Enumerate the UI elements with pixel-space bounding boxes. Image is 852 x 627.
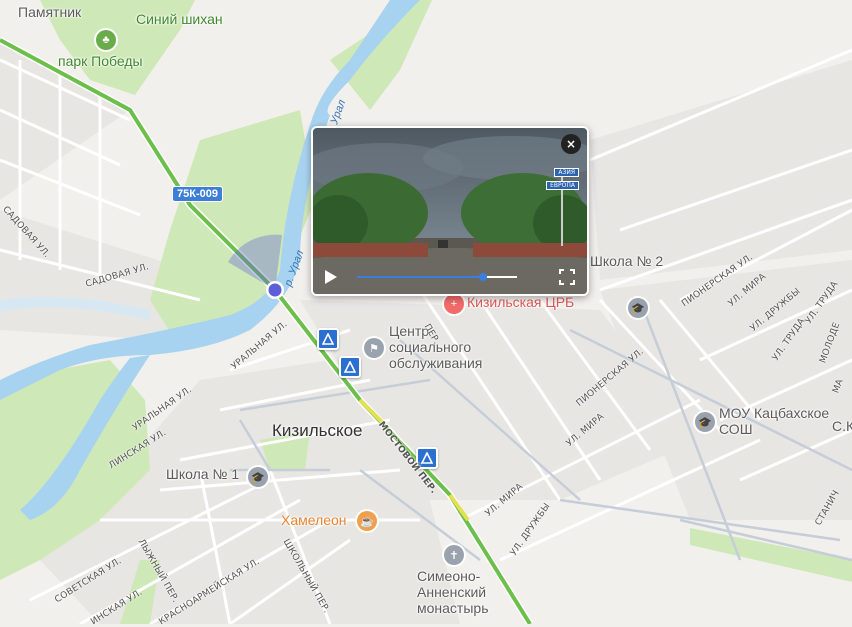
label-mou-2[interactable]: СОШ: [719, 421, 753, 438]
label-pamyatnik[interactable]: Памятник: [18, 4, 81, 21]
label-center-3[interactable]: обслуживания: [389, 355, 482, 372]
label-mou-1[interactable]: МОУ Кацбахское: [719, 405, 829, 422]
close-button[interactable]: ×: [561, 134, 581, 154]
church-icon[interactable]: ✝: [444, 545, 464, 565]
label-ck[interactable]: С.К: [832, 418, 852, 435]
panorama-preview[interactable]: АЗИЯ ЕВРОПА ×: [311, 126, 589, 296]
speed-camera-icon[interactable]: [317, 328, 339, 350]
label-monastery-3[interactable]: монастырь: [417, 600, 488, 617]
label-monastery-2[interactable]: Анненский: [417, 584, 486, 601]
play-icon[interactable]: [325, 270, 337, 284]
school-1-icon[interactable]: 🎓: [248, 467, 268, 487]
progress-track[interactable]: [357, 273, 517, 281]
label-siniy-shikhan[interactable]: Синий шихан: [136, 11, 223, 28]
label-hameleon[interactable]: Хамелеон: [281, 512, 347, 529]
progress-handle[interactable]: [479, 273, 488, 281]
park-icon[interactable]: ♣: [96, 30, 116, 50]
panorama-controls: [313, 260, 587, 294]
label-crb[interactable]: Кизильская ЦРБ: [467, 294, 574, 311]
location-marker[interactable]: [268, 283, 282, 297]
speed-camera-icon[interactable]: [339, 356, 361, 378]
hospital-icon[interactable]: +: [444, 294, 464, 314]
road-shield: 75К-009: [172, 186, 223, 202]
town-label: Кизильское: [272, 421, 363, 440]
map-canvas[interactable]: [0, 0, 852, 624]
school-mou-icon[interactable]: 🎓: [695, 412, 715, 432]
sign-europe: ЕВРОПА: [546, 181, 579, 190]
school-2-icon[interactable]: 🎓: [628, 298, 648, 318]
label-school-1[interactable]: Школа № 1: [166, 466, 239, 483]
label-school-2[interactable]: Школа № 2: [590, 253, 663, 270]
progress-fill: [357, 276, 484, 278]
label-park-pobedy[interactable]: парк Победы: [58, 53, 143, 70]
cafe-icon[interactable]: ☕: [357, 511, 377, 531]
sign-asia: АЗИЯ: [554, 168, 579, 177]
label-monastery-1[interactable]: Симеоно-: [417, 568, 480, 585]
fullscreen-icon[interactable]: [559, 269, 575, 285]
flag-icon[interactable]: ⚑: [364, 338, 384, 358]
